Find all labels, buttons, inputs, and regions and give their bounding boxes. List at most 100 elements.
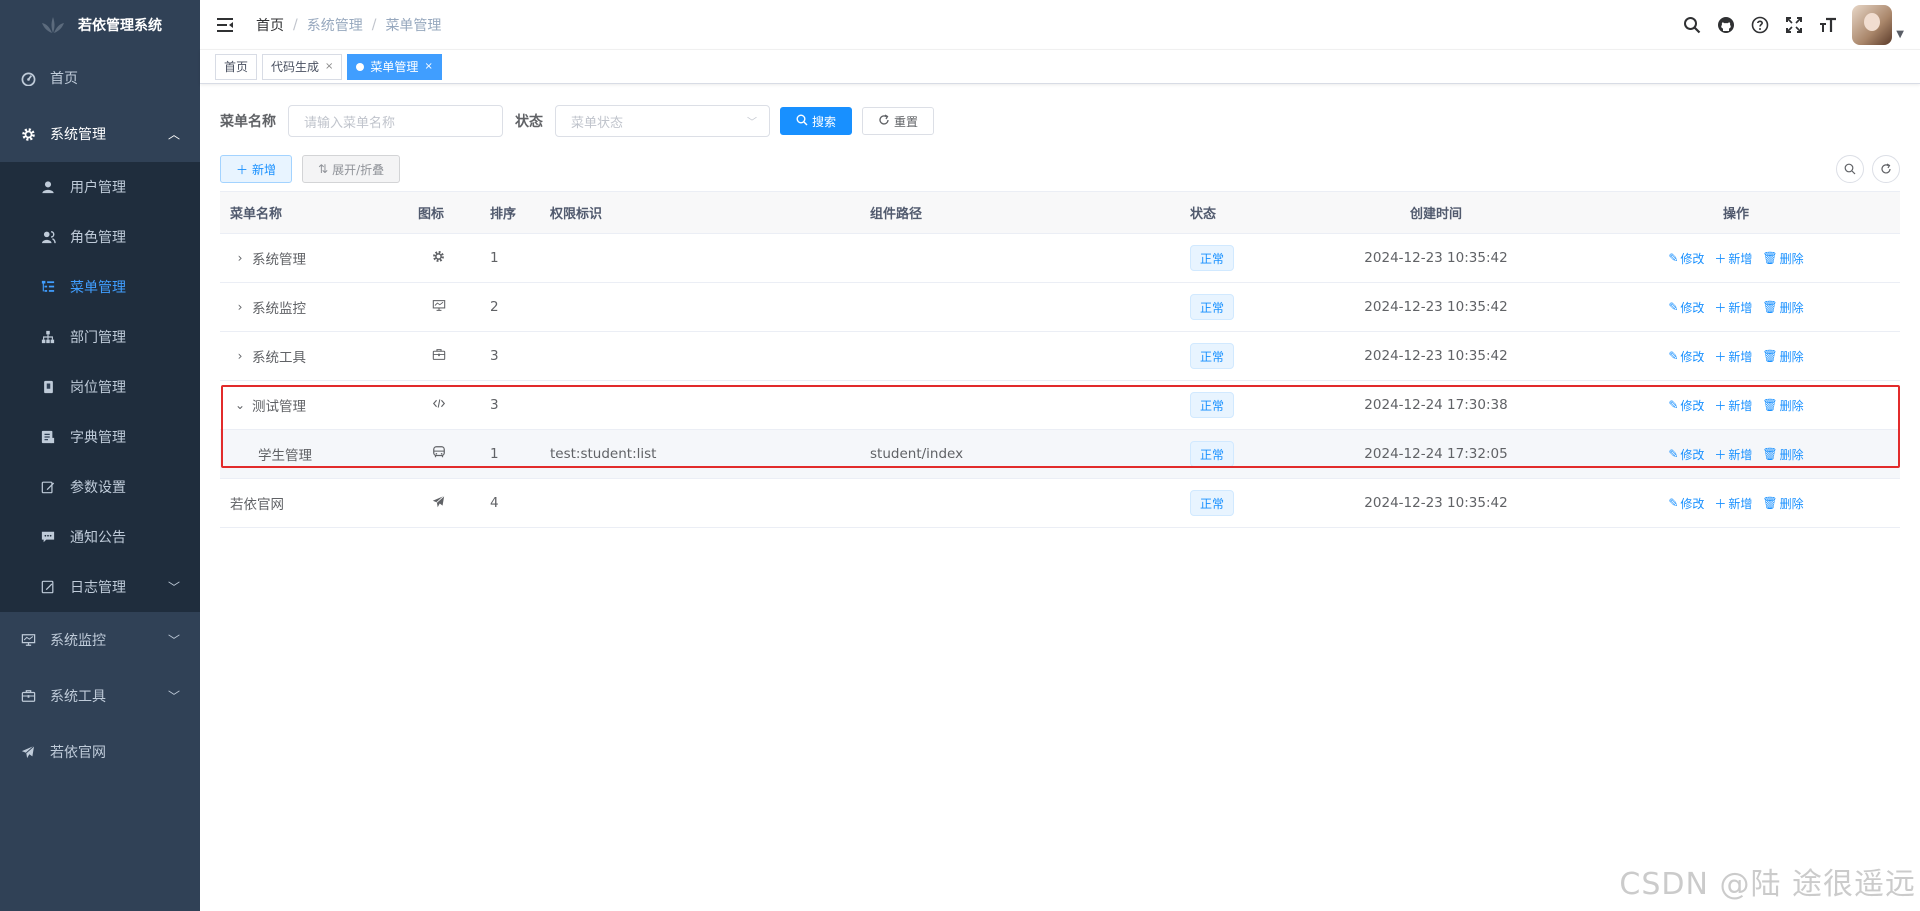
sidebar-item-website[interactable]: 若依官网 <box>0 724 200 780</box>
add-child-button[interactable]: ＋新增 <box>1714 250 1752 267</box>
delete-label: 删除 <box>1779 251 1804 266</box>
sidebar-item-tool[interactable]: 系统工具 ﹀ <box>0 668 200 724</box>
delete-button[interactable]: 🗑 删除 <box>1762 348 1803 365</box>
caret-down-icon[interactable]: ▼ <box>1896 29 1904 40</box>
reset-button[interactable]: 重置 <box>862 107 935 135</box>
status-select[interactable]: 菜单状态 ﹀ <box>555 105 770 137</box>
table-row[interactable]: › 系统工具 3 正常 2024-12-23 10:35:42 ✎ 修改 ＋新增 🗑 删除 <box>220 332 1900 381</box>
breadcrumb-current: 菜单管理 <box>385 17 442 34</box>
close-icon[interactable]: × <box>424 55 432 79</box>
header-name: 菜单名称 <box>230 207 283 222</box>
sidebar-logo[interactable]: 若依管理系统 <box>0 0 200 50</box>
delete-icon: 🗑 <box>1762 398 1778 412</box>
sidebar-item-post[interactable]: 岗位管理 <box>0 362 200 412</box>
table-row[interactable]: 学生管理 1 test:student:list student/index 正常 202… <box>220 430 1900 479</box>
gear-icon <box>20 126 36 142</box>
add-child-button[interactable]: ＋新增 <box>1714 446 1752 463</box>
cell-perm: test:student:list <box>550 446 657 462</box>
expand-collapse-button[interactable]: ⇅ 展开/折叠 <box>302 155 401 183</box>
edit-button[interactable]: ✎ 修改 <box>1668 446 1704 463</box>
add-label: 新增 <box>1728 398 1753 413</box>
delete-button[interactable]: 🗑 删除 <box>1762 250 1803 267</box>
fullscreen-icon[interactable] <box>1784 15 1804 35</box>
breadcrumb-home[interactable]: 首页 <box>256 15 284 35</box>
add-child-button[interactable]: ＋新增 <box>1714 348 1752 365</box>
font-size-icon[interactable] <box>1818 15 1838 35</box>
sidebar-item-home[interactable]: 首页 <box>0 50 200 106</box>
refresh-button[interactable] <box>1872 155 1900 183</box>
sidebar-item-config[interactable]: 参数设置 <box>0 462 200 512</box>
tag-menu-management[interactable]: 菜单管理 × <box>347 53 442 80</box>
toolbar-right <box>1836 155 1900 183</box>
edit-icon: ✎ <box>1668 251 1679 265</box>
tags-view: 首页 代码生成 × 菜单管理 × <box>200 50 1920 84</box>
avatar[interactable] <box>1852 5 1893 45</box>
refresh-icon <box>878 113 890 129</box>
add-button[interactable]: ＋ 新增 <box>220 155 293 183</box>
cell-icon <box>408 299 480 316</box>
sidebar-item-notice[interactable]: 通知公告 <box>0 512 200 562</box>
add-child-button[interactable]: ＋新增 <box>1714 495 1752 512</box>
expand-chevron-right-icon[interactable]: › <box>234 349 246 363</box>
sidebar-item-system[interactable]: 系统管理 ︿ <box>0 106 200 162</box>
cell-icon <box>408 397 480 414</box>
edit-button[interactable]: ✎ 修改 <box>1668 495 1704 512</box>
sidebar-item-menu[interactable]: 菜单管理 <box>0 262 200 312</box>
add-child-button[interactable]: ＋新增 <box>1714 299 1752 316</box>
edit-button[interactable]: ✎ 修改 <box>1668 348 1704 365</box>
edit-button[interactable]: ✎ 修改 <box>1668 397 1704 414</box>
delete-button[interactable]: 🗑 删除 <box>1762 446 1803 463</box>
header-component: 组件路径 <box>870 207 923 222</box>
sidebar-item-user[interactable]: 用户管理 <box>0 162 200 212</box>
delete-button[interactable]: 🗑 删除 <box>1762 397 1803 414</box>
status-placeholder: 菜单状态 <box>571 115 624 131</box>
table-row[interactable]: › 系统管理 1 正常 2024-12-23 10:35:42 ✎ 修改 ＋新增 🗑 删除 <box>220 234 1900 283</box>
toggle-search-button[interactable] <box>1836 155 1864 183</box>
add-child-button[interactable]: ＋新增 <box>1714 397 1752 414</box>
header-status: 状态 <box>1190 207 1217 222</box>
question-icon[interactable] <box>1750 15 1770 35</box>
dict-icon <box>40 429 56 445</box>
search-icon[interactable] <box>1682 15 1702 35</box>
cell-created: 2024-12-23 10:35:42 <box>1364 495 1508 511</box>
plus-icon: ＋ <box>236 162 249 177</box>
monitor-icon <box>432 299 446 316</box>
github-icon[interactable] <box>1716 15 1736 35</box>
table-row[interactable]: 若依官网 4 正常 2024-12-23 10:35:42 ✎ 修改 ＋新增 🗑 删除 <box>220 479 1900 528</box>
sidebar-item-label: 首页 <box>50 71 78 87</box>
sidebar-item-monitor[interactable]: 系统监控 ﹀ <box>0 612 200 668</box>
cell-status: 正常 <box>1180 343 1300 369</box>
edit-label: 修改 <box>1680 300 1705 315</box>
tool-icon <box>20 688 36 704</box>
tag-code-gen[interactable]: 代码生成 × <box>262 53 343 80</box>
tag-home[interactable]: 首页 <box>215 53 258 80</box>
close-icon[interactable]: × <box>325 55 333 79</box>
menu-name-input[interactable]: 请输入菜单名称 <box>288 105 503 137</box>
hamburger-icon[interactable] <box>200 0 250 50</box>
expand-chevron-right-icon[interactable]: › <box>234 300 246 314</box>
cell-created: 2024-12-23 10:35:42 <box>1364 348 1508 364</box>
sidebar-item-log[interactable]: 日志管理 ﹀ <box>0 562 200 612</box>
cell-status: 正常 <box>1180 490 1300 516</box>
table-row[interactable]: › 系统监控 2 正常 2024-12-23 10:35:42 ✎ 修改 ＋新增 🗑 删除 <box>220 283 1900 332</box>
sidebar-item-dict[interactable]: 字典管理 <box>0 412 200 462</box>
chevron-down-icon: ﹀ <box>167 689 180 704</box>
sidebar-item-label: 通知公告 <box>70 530 126 546</box>
status-badge: 正常 <box>1190 490 1235 516</box>
delete-button[interactable]: 🗑 删除 <box>1762 495 1803 512</box>
edit-button[interactable]: ✎ 修改 <box>1668 299 1704 316</box>
sidebar-item-role[interactable]: 角色管理 <box>0 212 200 262</box>
expand-chevron-down-icon[interactable]: ⌄ <box>234 398 246 412</box>
menu-name: 测试管理 <box>252 399 306 415</box>
delete-button[interactable]: 🗑 删除 <box>1762 299 1803 316</box>
tree-table-icon <box>40 279 56 295</box>
expand-chevron-right-icon[interactable]: › <box>234 251 246 265</box>
edit-icon <box>40 479 56 495</box>
edit-label: 修改 <box>1680 447 1705 462</box>
search-button[interactable]: 搜索 <box>780 107 853 135</box>
sidebar-item-dept[interactable]: 部门管理 <box>0 312 200 362</box>
delete-icon: 🗑 <box>1762 496 1778 510</box>
delete-label: 删除 <box>1779 300 1804 315</box>
edit-button[interactable]: ✎ 修改 <box>1668 250 1704 267</box>
table-row[interactable]: ⌄ 测试管理 3 正常 2024-12-24 17:30:38 ✎ 修改 ＋新增 🗑 删除 <box>220 381 1900 430</box>
